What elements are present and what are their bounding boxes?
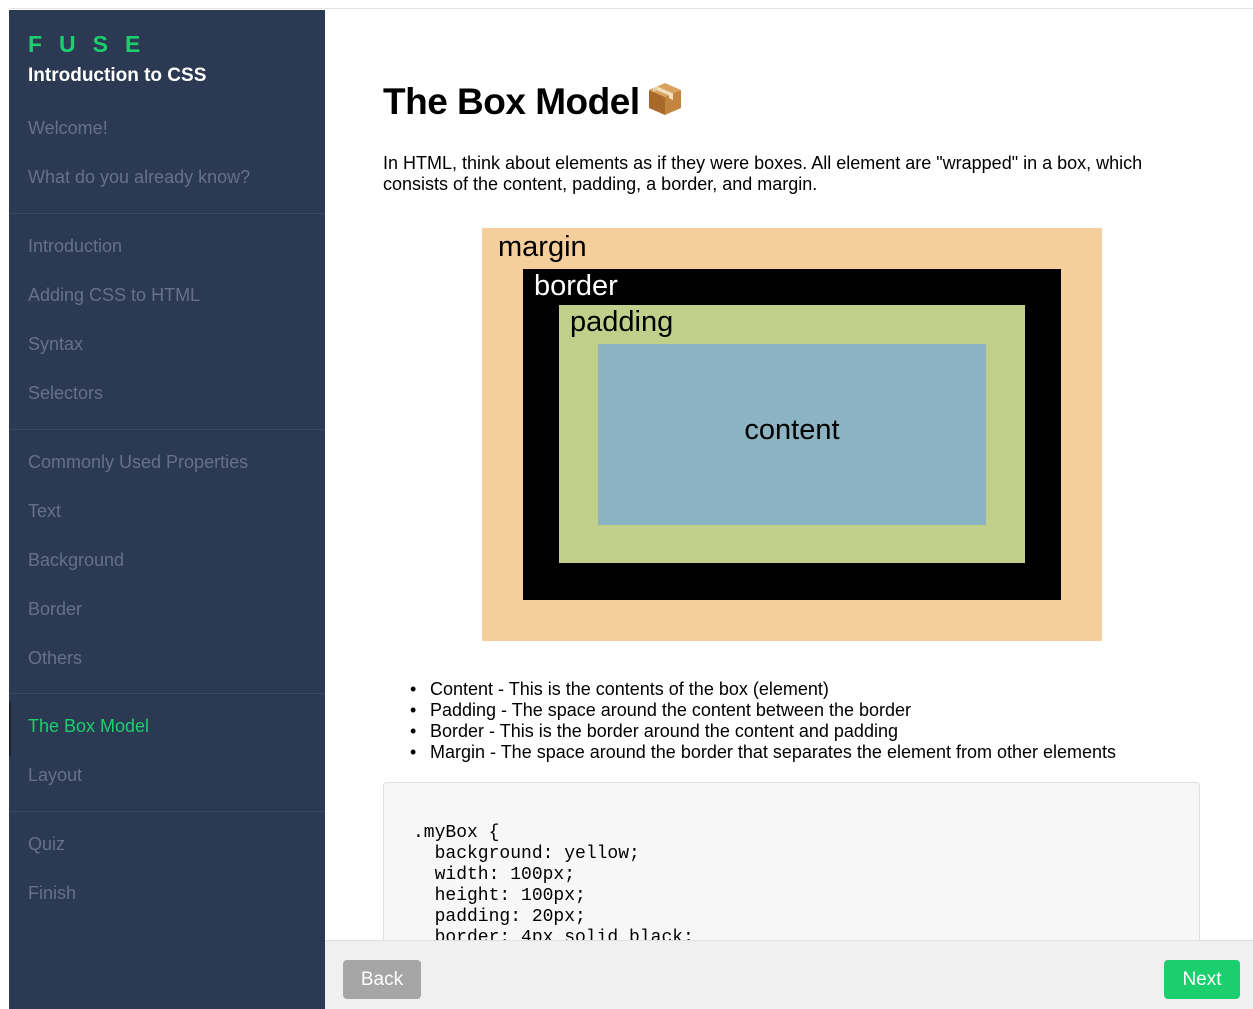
- sidebar-divider: [9, 213, 325, 214]
- sidebar-item-text[interactable]: Text: [28, 501, 61, 522]
- content-box: content: [598, 344, 986, 525]
- margin-label: margin: [498, 231, 587, 263]
- content-label: content: [744, 414, 840, 446]
- page-title: The Box Model: [383, 80, 684, 127]
- sidebar-divider: [9, 429, 325, 430]
- back-button[interactable]: Back: [343, 960, 421, 999]
- sidebar-item-introduction[interactable]: Introduction: [28, 236, 122, 257]
- padding-label: padding: [570, 306, 674, 338]
- lesson-content: The Box Model In HTML, think about eleme…: [325, 10, 1253, 940]
- sidebar-item-syntax[interactable]: Syntax: [28, 334, 83, 355]
- sidebar-divider: [9, 693, 325, 694]
- sidebar-item-border[interactable]: Border: [28, 599, 82, 620]
- border-label: border: [534, 270, 618, 302]
- sidebar-item-adding-css-to-html[interactable]: Adding CSS to HTML: [28, 285, 200, 306]
- sidebar-item-selectors[interactable]: Selectors: [28, 383, 103, 404]
- list-item: Margin - The space around the border tha…: [410, 742, 1240, 763]
- sidebar-item-background[interactable]: Background: [28, 550, 124, 571]
- sidebar-item-layout[interactable]: Layout: [28, 765, 82, 786]
- padding-box: padding content: [559, 305, 1025, 563]
- sidebar-item-others[interactable]: Others: [28, 648, 82, 669]
- sidebar-item-finish[interactable]: Finish: [28, 883, 76, 904]
- brand-logo: FUSE: [28, 31, 158, 57]
- code-text: .myBox { background: yellow; width: 100p…: [413, 823, 694, 940]
- box-model-list: Content - This is the contents of the bo…: [410, 679, 1240, 763]
- code-block: .myBox { background: yellow; width: 100p…: [383, 782, 1200, 940]
- navigation-footer: Back Next: [325, 940, 1253, 1009]
- sidebar-item-what-do-you-already-know[interactable]: What do you already know?: [28, 167, 250, 188]
- course-title: Introduction to CSS: [28, 65, 207, 86]
- list-item: Content - This is the contents of the bo…: [410, 679, 1240, 700]
- box-model-diagram: margin border padding content: [482, 228, 1102, 641]
- intro-paragraph: In HTML, think about elements as if they…: [383, 153, 1143, 194]
- active-indicator: [9, 702, 11, 756]
- list-item: Border - This is the border around the c…: [410, 721, 1240, 742]
- list-item: Padding - The space around the content b…: [410, 700, 1240, 721]
- sidebar-item-welcome[interactable]: Welcome!: [28, 118, 108, 139]
- window-frame-left: [0, 0, 9, 1009]
- sidebar: FUSE Introduction to CSS Welcome! What d…: [9, 10, 325, 1009]
- border-box: border padding content: [523, 269, 1061, 600]
- window-frame-top: [9, 0, 1253, 9]
- box-emoji-icon: [646, 80, 684, 127]
- page-title-text: The Box Model: [383, 81, 640, 122]
- sidebar-item-the-box-model[interactable]: The Box Model: [28, 716, 149, 737]
- next-button[interactable]: Next: [1164, 960, 1240, 999]
- sidebar-item-quiz[interactable]: Quiz: [28, 834, 65, 855]
- sidebar-divider: [9, 811, 325, 812]
- sidebar-item-commonly-used-properties[interactable]: Commonly Used Properties: [28, 452, 248, 473]
